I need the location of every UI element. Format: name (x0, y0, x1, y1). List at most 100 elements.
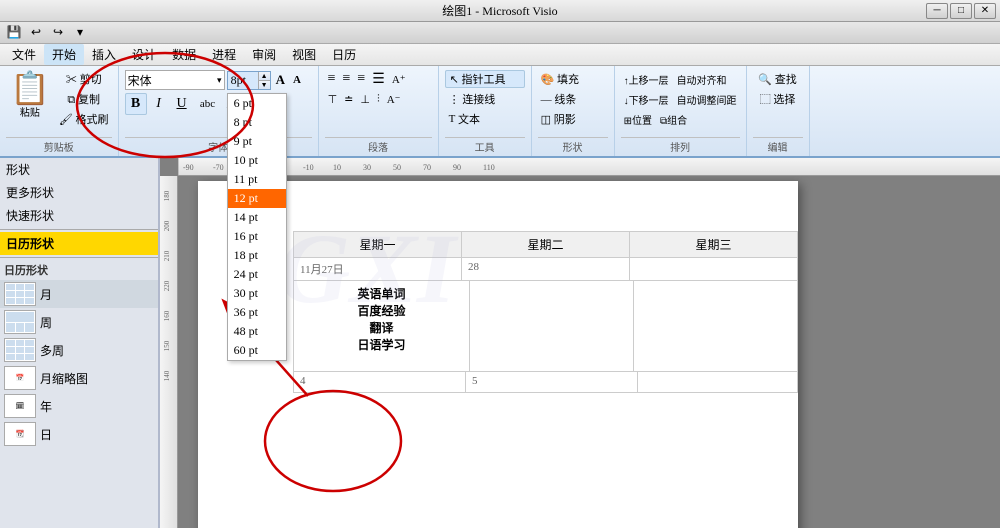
strikethrough-button[interactable]: abc (194, 93, 222, 115)
font-size-dropdown[interactable]: 6 pt 8 pt 9 pt 10 pt 11 pt 12 pt 14 pt 1… (227, 93, 287, 361)
bring-forward-btn[interactable]: ↑上移一层 (621, 70, 672, 88)
align-center-btn[interactable]: ≡ (339, 70, 353, 88)
multiweek-label: 多周 (40, 342, 64, 359)
customize-quick-btn[interactable]: ▾ (70, 24, 90, 42)
quick-shapes-item[interactable]: 快速形状 (0, 204, 158, 227)
decrease-font-btn[interactable]: A (290, 71, 304, 89)
save-quick-btn[interactable]: 💾 (4, 24, 24, 42)
valign-bot-btn[interactable]: ⊥ (357, 90, 373, 108)
thumb-label: 月缩略图 (40, 370, 88, 387)
size-48pt[interactable]: 48 pt (228, 322, 286, 341)
italic-button[interactable]: I (148, 93, 170, 115)
size-36pt[interactable]: 36 pt (228, 303, 286, 322)
menu-calendar[interactable]: 日历 (324, 44, 364, 65)
increase-font-btn[interactable]: A (273, 71, 288, 89)
line-btn[interactable]: — 线条 (538, 90, 608, 108)
auto-space-btn[interactable]: 自动调整间距 (674, 90, 740, 108)
maximize-button[interactable]: □ (950, 3, 972, 19)
h-ruler-svg: -90 -70 -50 -30 -10 10 30 50 70 90 110 (178, 158, 1000, 176)
shape-row-multiweek[interactable]: 多周 (0, 336, 158, 364)
svg-text:90: 90 (453, 163, 461, 172)
font-name-input[interactable]: 宋体 ▾ (125, 70, 225, 90)
svg-text:30: 30 (363, 163, 371, 172)
col-btn[interactable]: ⫶ (374, 90, 383, 108)
shape-section-item[interactable]: 形状 (0, 158, 158, 181)
font-size-container: 8pt ▲ ▼ 6 pt 8 pt 9 pt 10 pt (227, 71, 271, 90)
shadow-btn[interactable]: ◫ 阴影 (538, 110, 608, 128)
fill-btn[interactable]: 🎨 填充 (538, 70, 608, 88)
canvas-scroll[interactable]: GXI 星期一 星期二 星期三 11月27日 28 (178, 176, 1000, 528)
auto-align-btn[interactable]: 自动对齐和 (674, 70, 730, 88)
day-shape-icon: 📆 (4, 422, 36, 446)
font-size-input[interactable]: 8pt ▲ ▼ (227, 71, 271, 90)
redo-quick-btn[interactable]: ↪ (48, 24, 68, 42)
pointer-tool-btn[interactable]: ↖ 指针工具 (445, 70, 525, 88)
more-shapes-item[interactable]: 更多形状 (0, 181, 158, 204)
clipboard-content: 📋 粘贴 ✂ 剪切 ⧉ 复制 🖌 格式刷 (6, 70, 112, 135)
size-6pt[interactable]: 6 pt (228, 94, 286, 113)
menu-design[interactable]: 设计 (124, 44, 164, 65)
align-right-btn[interactable]: ≡ (354, 70, 368, 88)
select-btn[interactable]: ⬚ 选择 (753, 90, 803, 108)
size-8pt[interactable]: 8 pt (228, 113, 286, 132)
format-painter-button[interactable]: 🖌 格式刷 (56, 110, 112, 128)
list-btn[interactable]: ☰ (369, 70, 388, 88)
size-30pt[interactable]: 30 pt (228, 284, 286, 303)
calendar-shapes-active[interactable]: 日历形状 (0, 232, 158, 255)
menu-data[interactable]: 数据 (164, 44, 204, 65)
cal-events-cell[interactable]: 英语单词 百度经验 翻译 日语学习 (294, 281, 470, 371)
connector-tool-btn[interactable]: ⋮ 连接线 (445, 90, 525, 108)
menu-insert[interactable]: 插入 (84, 44, 124, 65)
menu-review[interactable]: 审阅 (244, 44, 284, 65)
shape-row-week[interactable]: 周 (0, 308, 158, 336)
size-16pt[interactable]: 16 pt (228, 227, 286, 246)
cal-header-mon: 星期一 (294, 232, 462, 257)
calendar-table[interactable]: 星期一 星期二 星期三 11月27日 28 (293, 231, 798, 393)
size-18pt[interactable]: 18 pt (228, 246, 286, 265)
close-button[interactable]: ✕ (974, 3, 996, 19)
multiweek-shape-icon (4, 338, 36, 362)
cut-button[interactable]: ✂ 剪切 (56, 70, 112, 88)
valign-top-btn[interactable]: ⊤ (325, 90, 341, 108)
para-btns: ≡ ≡ ≡ ☰ A⁺ ⊤ ≐ ⊥ ⫶ A⁻ (325, 70, 409, 108)
shape-row-year[interactable]: 🗓 年 (0, 392, 158, 420)
size-24pt[interactable]: 24 pt (228, 265, 286, 284)
paragraph-label: 段落 (325, 137, 432, 154)
size-14pt[interactable]: 14 pt (228, 208, 286, 227)
shape-row-day[interactable]: 📆 日 (0, 420, 158, 448)
vertical-ruler: 180 200 210 220 160 150 140 (160, 176, 178, 528)
find-btn[interactable]: 🔍 查找 (753, 70, 803, 88)
menu-file[interactable]: 文件 (4, 44, 44, 65)
week-label: 周 (40, 314, 52, 331)
bold-button[interactable]: B (125, 93, 147, 115)
text-tool-btn[interactable]: T 文本 (445, 110, 525, 128)
outdent-btn[interactable]: A⁻ (384, 90, 404, 108)
paste-button[interactable]: 📋 粘贴 (6, 70, 54, 121)
size-11pt[interactable]: 11 pt (228, 170, 286, 189)
size-12pt[interactable]: 12 pt (228, 189, 286, 208)
font-size-down[interactable]: ▼ (259, 81, 270, 89)
minimize-button[interactable]: ─ (926, 3, 948, 19)
valign-mid-btn[interactable]: ≐ (341, 90, 356, 108)
position-btn[interactable]: ⊞位置 (621, 110, 655, 128)
pointer-icon: ↖ (450, 73, 459, 86)
align-left-btn[interactable]: ≡ (325, 70, 339, 88)
size-10pt[interactable]: 10 pt (228, 151, 286, 170)
menu-bar: 文件 开始 插入 设计 数据 进程 审阅 视图 日历 (0, 44, 1000, 66)
menu-process[interactable]: 进程 (204, 44, 244, 65)
menu-home[interactable]: 开始 (44, 44, 84, 65)
send-back-btn[interactable]: ↓下移一层 (621, 90, 672, 108)
shape-label: 形状 (538, 137, 608, 154)
size-60pt[interactable]: 60 pt (228, 341, 286, 360)
menu-view[interactable]: 视图 (284, 44, 324, 65)
underline-button[interactable]: U (171, 93, 193, 115)
paste-icon: 📋 (10, 72, 50, 104)
shape-row-thumb[interactable]: 📅 月缩略图 (0, 364, 158, 392)
group-btn[interactable]: ⧉组合 (657, 110, 690, 128)
copy-button[interactable]: ⧉ 复制 (56, 90, 112, 108)
size-9pt[interactable]: 9 pt (228, 132, 286, 151)
font-size-up[interactable]: ▲ (259, 72, 270, 81)
shape-row-month[interactable]: 月 (0, 280, 158, 308)
undo-quick-btn[interactable]: ↩ (26, 24, 46, 42)
increase-indent-btn[interactable]: A⁺ (389, 70, 409, 88)
